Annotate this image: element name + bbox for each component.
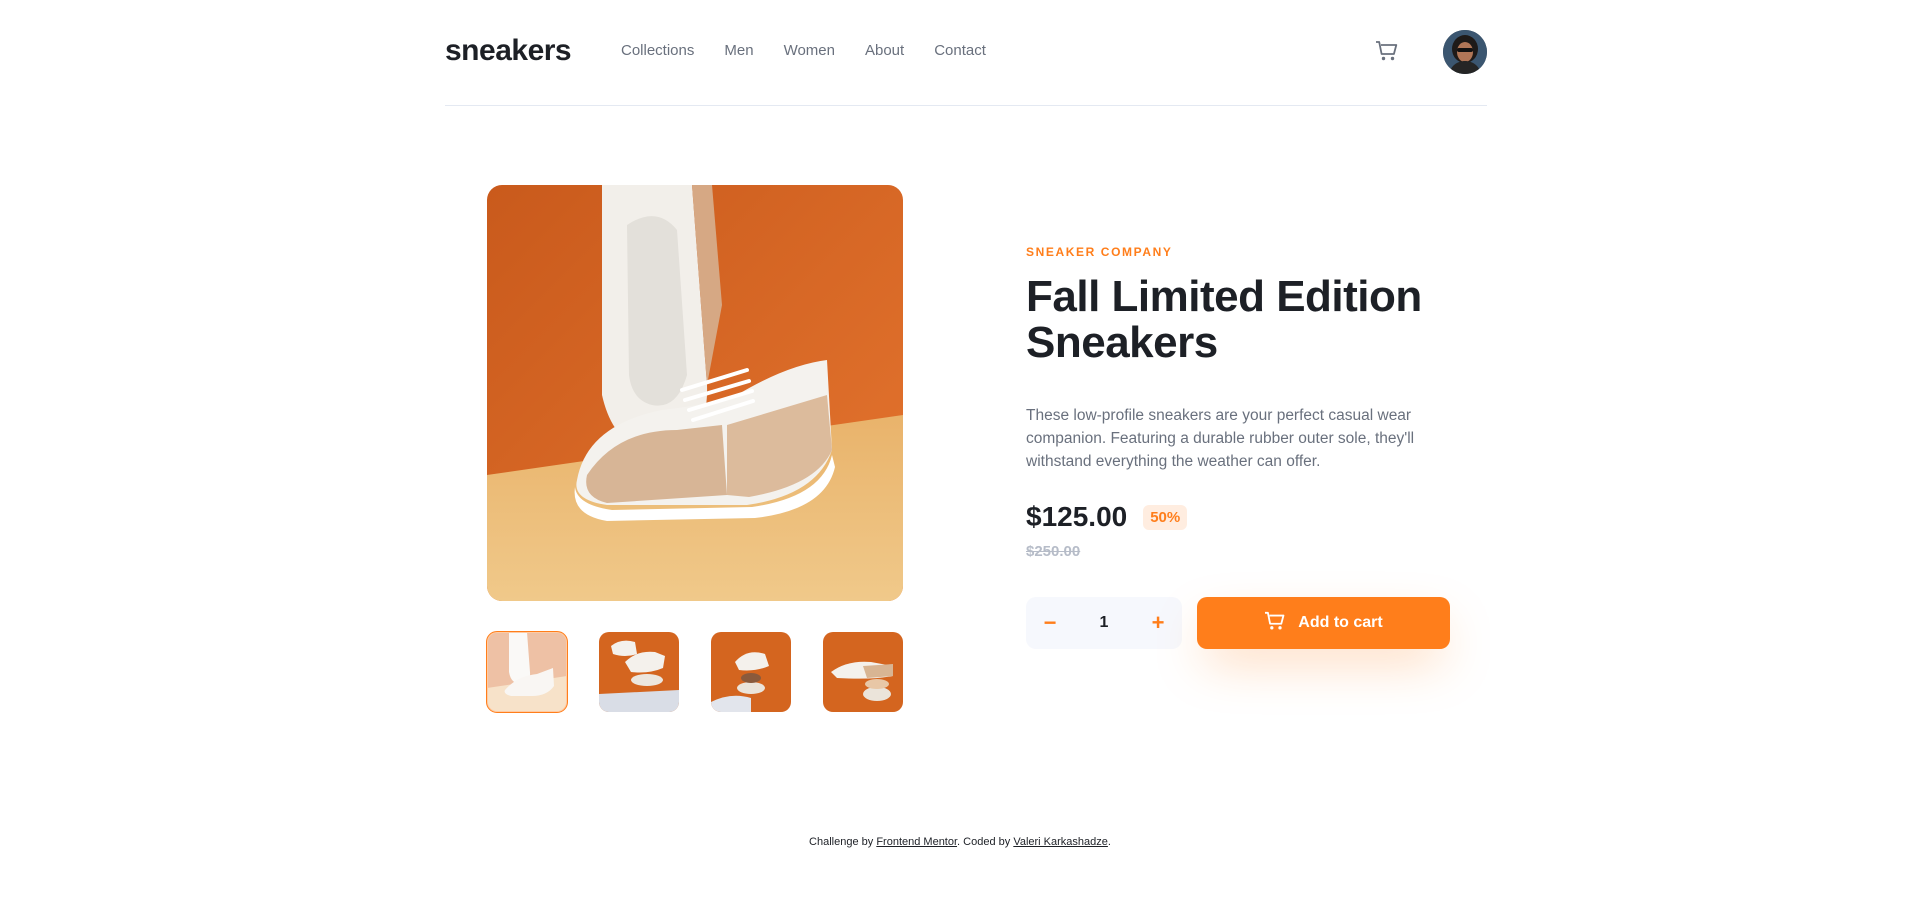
product-info: SNEAKER COMPANY Fall Limited Edition Sne… <box>1026 245 1446 560</box>
quantity-stepper: − 1 + <box>1026 597 1182 649</box>
logo[interactable]: sneakers <box>445 34 572 68</box>
original-price: $250.00 <box>1026 543 1081 560</box>
product-description: These low-profile sneakers are your perf… <box>1026 407 1415 470</box>
add-to-cart-label: Add to cart <box>1298 614 1383 631</box>
thumbnail-2[interactable] <box>599 632 679 712</box>
price-row: $125.00 50% <box>1026 501 1446 533</box>
main-nav: Collections Men Women About Contact <box>621 42 986 59</box>
nav-about[interactable]: About <box>865 42 904 59</box>
product-main-image[interactable] <box>487 185 903 601</box>
product-title: Fall Limited Edition Sneakers <box>1026 272 1422 367</box>
thumbnail-strip <box>486 631 903 713</box>
purchase-actions: − 1 + Add to cart <box>1026 597 1450 649</box>
site-header: sneakers Collections Men Women About Con… <box>445 0 1487 106</box>
avatar[interactable] <box>1443 30 1487 74</box>
increase-quantity-button[interactable]: + <box>1148 612 1168 634</box>
cart-icon <box>1264 611 1286 636</box>
nav-women[interactable]: Women <box>784 42 835 59</box>
footer-suffix: . <box>1107 836 1111 848</box>
current-price: $125.00 <box>1026 501 1128 532</box>
frontend-mentor-link[interactable]: Frontend Mentor <box>876 836 957 848</box>
attribution-footer: Challenge by Frontend Mentor. Coded by V… <box>0 836 1920 848</box>
thumbnail-1[interactable] <box>486 631 568 713</box>
nav-collections[interactable]: Collections <box>621 42 694 59</box>
nav-men[interactable]: Men <box>724 42 753 59</box>
add-to-cart-button[interactable]: Add to cart <box>1197 597 1450 649</box>
quantity-value: 1 <box>1099 614 1109 631</box>
thumbnail-4[interactable] <box>823 632 903 712</box>
decrease-quantity-button[interactable]: − <box>1040 612 1060 634</box>
discount-badge: 50% <box>1143 504 1188 530</box>
footer-middle: . Coded by <box>957 836 1014 848</box>
thumbnail-3[interactable] <box>711 632 791 712</box>
company-name: SNEAKER COMPANY <box>1026 245 1173 259</box>
cart-icon[interactable] <box>1375 40 1399 62</box>
nav-contact[interactable]: Contact <box>934 42 986 59</box>
author-link[interactable]: Valeri Karkashadze <box>1013 836 1108 848</box>
footer-prefix: Challenge by <box>809 836 877 848</box>
